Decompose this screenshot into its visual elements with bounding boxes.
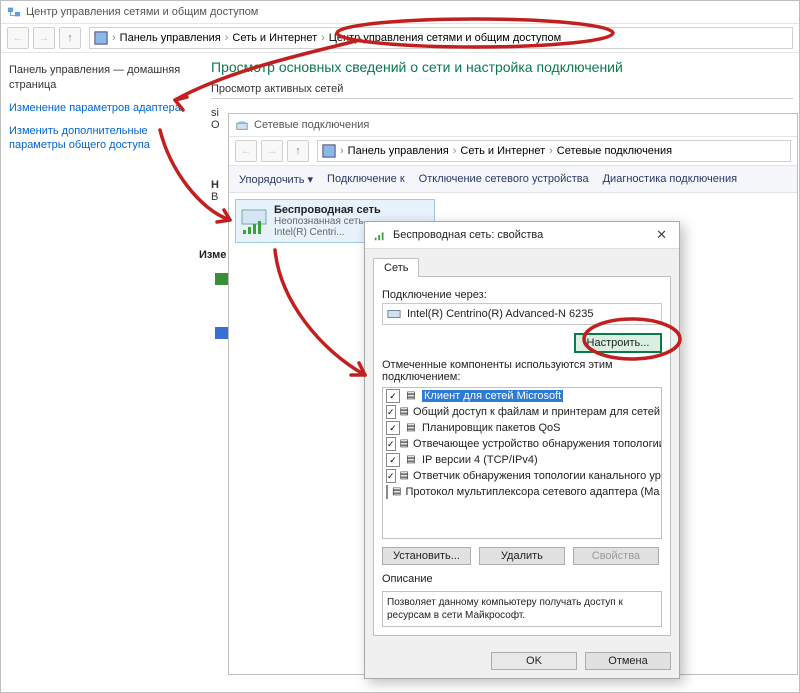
component-name: Общий доступ к файлам и принтерам для се… (413, 406, 662, 418)
sidebar: Панель управления — домашняя страница Из… (9, 59, 189, 157)
dialog-body: Сеть Подключение через: Intel(R) Centrin… (365, 249, 679, 644)
component-row[interactable]: ▤ Отвечающее устройство обнаружения топол… (383, 436, 661, 452)
dialog-title: Беспроводная сеть: свойства (393, 229, 543, 241)
component-checkbox[interactable] (386, 469, 396, 483)
control-panel-icon (94, 31, 108, 45)
component-icon: ▤ (400, 406, 409, 418)
chevron-right-icon: › (112, 32, 116, 44)
toolbar-organize[interactable]: Упорядочить ▾ (239, 173, 313, 186)
wireless-adapter-icon (240, 204, 268, 236)
component-checkbox[interactable] (386, 405, 396, 419)
component-name: Отвечающее устройство обнаружения тополо… (413, 438, 662, 450)
connect-via-label: Подключение через: (382, 289, 662, 301)
toolbar-connect[interactable]: Подключение к (327, 173, 405, 185)
crumb-network-internet[interactable]: Сеть и Интернет (460, 145, 545, 157)
dialog-footer: OK Отмена (365, 644, 679, 678)
breadcrumb[interactable]: › Панель управления › Сеть и Интернет › … (89, 27, 793, 49)
network-icon (7, 5, 21, 19)
window-title-bar: Сетевые подключения (229, 114, 797, 137)
cancel-button[interactable]: Отмена (585, 652, 671, 670)
section-active-networks: Просмотр активных сетей (211, 83, 793, 99)
up-button[interactable]: ↑ (59, 27, 81, 49)
up-button[interactable]: ↑ (287, 140, 309, 162)
component-name: Протокол мультиплексора сетевого адаптер… (405, 486, 659, 498)
description-text: Позволяет данному компьютеру получать до… (382, 591, 662, 627)
component-checkbox[interactable] (386, 389, 400, 403)
close-button[interactable]: ✕ (652, 227, 671, 243)
sidebar-adapter-settings[interactable]: Изменение параметров адаптера (9, 97, 189, 120)
component-row[interactable]: ▤ Протокол мультиплексора сетевого адапте… (383, 484, 661, 500)
install-button[interactable]: Установить... (382, 547, 471, 565)
component-name: Планировщик пакетов QoS (422, 422, 561, 434)
component-icon: ▤ (392, 486, 401, 498)
crumb-network-internet[interactable]: Сеть и Интернет (232, 32, 317, 44)
change-settings-stub: Изме (199, 249, 226, 261)
component-icon: ▤ (404, 422, 418, 434)
ok-button[interactable]: OK (491, 652, 577, 670)
component-row[interactable]: ▤ Ответчик обнаружения топологии канально… (383, 468, 661, 484)
adapter-name: Intel(R) Centrino(R) Advanced-N 6235 (407, 308, 593, 320)
window-title-bar: Центр управления сетями и общим доступом (1, 1, 799, 24)
component-row[interactable]: ▤ Планировщик пакетов QoS (383, 420, 661, 436)
component-buttons: Установить... Удалить Свойства (382, 547, 662, 565)
toolbar: Упорядочить ▾ Подключение к Отключение с… (229, 166, 797, 193)
page-title: Просмотр основных сведений о сети и наст… (211, 59, 793, 75)
component-row[interactable]: ▤ Общий доступ к файлам и принтерам для с… (383, 404, 661, 420)
component-checkbox[interactable] (386, 453, 400, 467)
forward-button[interactable]: → (261, 140, 283, 162)
connection-name: Беспроводная сеть (274, 204, 381, 216)
component-row[interactable]: ▤ IP версии 4 (TCP/IPv4) (383, 452, 661, 468)
crumb-network-center[interactable]: Центр управления сетями и общим доступом (329, 32, 561, 44)
component-name: Ответчик обнаружения топологии канальног… (413, 470, 662, 482)
component-icon: ▤ (404, 454, 418, 466)
description-label: Описание (382, 573, 662, 585)
configure-button[interactable]: Настроить... (574, 333, 662, 353)
component-row[interactable]: ▤ Клиент для сетей Microsoft (383, 388, 661, 404)
chevron-right-icon: › (225, 32, 229, 44)
network-icon (235, 118, 249, 132)
control-panel-icon (322, 144, 336, 158)
crumb-network-connections[interactable]: Сетевые подключения (557, 145, 672, 157)
adapter-icon-2 (215, 327, 229, 339)
remove-button[interactable]: Удалить (479, 547, 565, 565)
sidebar-advanced-sharing[interactable]: Изменить дополнительные параметры общего… (9, 120, 189, 158)
tab-panel: Подключение через: Intel(R) Centrino(R) … (373, 276, 671, 636)
component-icon: ▤ (404, 390, 418, 402)
chevron-right-icon: › (321, 32, 325, 44)
components-list[interactable]: ▤ Клиент для сетей Microsoft ▤ Общий доступ… (382, 387, 662, 539)
chevron-right-icon: › (549, 145, 553, 157)
component-checkbox[interactable] (386, 485, 388, 499)
components-label: Отмеченные компоненты используются этим … (382, 359, 662, 383)
dialog-title-bar: Беспроводная сеть: свойства ✕ (365, 222, 679, 249)
crumb-control-panel[interactable]: Панель управления (120, 32, 221, 44)
properties-button[interactable]: Свойства (573, 547, 659, 565)
nav-bar: ← → ↑ › Панель управления › Сеть и Интер… (229, 137, 797, 166)
chevron-right-icon: › (453, 145, 457, 157)
toolbar-diagnostics[interactable]: Диагностика подключения (603, 173, 737, 185)
component-checkbox[interactable] (386, 421, 400, 435)
back-button[interactable]: ← (235, 140, 257, 162)
crumb-control-panel[interactable]: Панель управления (348, 145, 449, 157)
nav-bar: ← → ↑ › Панель управления › Сеть и Интер… (1, 24, 799, 53)
window-title: Центр управления сетями и общим доступом (26, 6, 258, 18)
chevron-right-icon: › (340, 145, 344, 157)
tab-network[interactable]: Сеть (373, 258, 419, 277)
component-icon: ▤ (400, 438, 409, 450)
forward-button[interactable]: → (33, 27, 55, 49)
toolbar-disable[interactable]: Отключение сетевого устройства (419, 173, 589, 185)
window-title: Сетевые подключения (254, 119, 369, 131)
adapter-card-icon (387, 307, 401, 321)
sidebar-home[interactable]: Панель управления — домашняя страница (9, 59, 189, 97)
breadcrumb[interactable]: › Панель управления › Сеть и Интернет › … (317, 140, 791, 162)
adapter-box: Intel(R) Centrino(R) Advanced-N 6235 (382, 303, 662, 325)
component-icon: ▤ (400, 470, 409, 482)
component-checkbox[interactable] (386, 437, 396, 451)
component-name: Клиент для сетей Microsoft (422, 390, 563, 402)
adapter-icon (215, 273, 229, 285)
back-button[interactable]: ← (7, 27, 29, 49)
adapter-properties-dialog: Беспроводная сеть: свойства ✕ Сеть Подкл… (364, 221, 680, 679)
component-name: IP версии 4 (TCP/IPv4) (422, 454, 538, 466)
wireless-icon (373, 228, 387, 242)
